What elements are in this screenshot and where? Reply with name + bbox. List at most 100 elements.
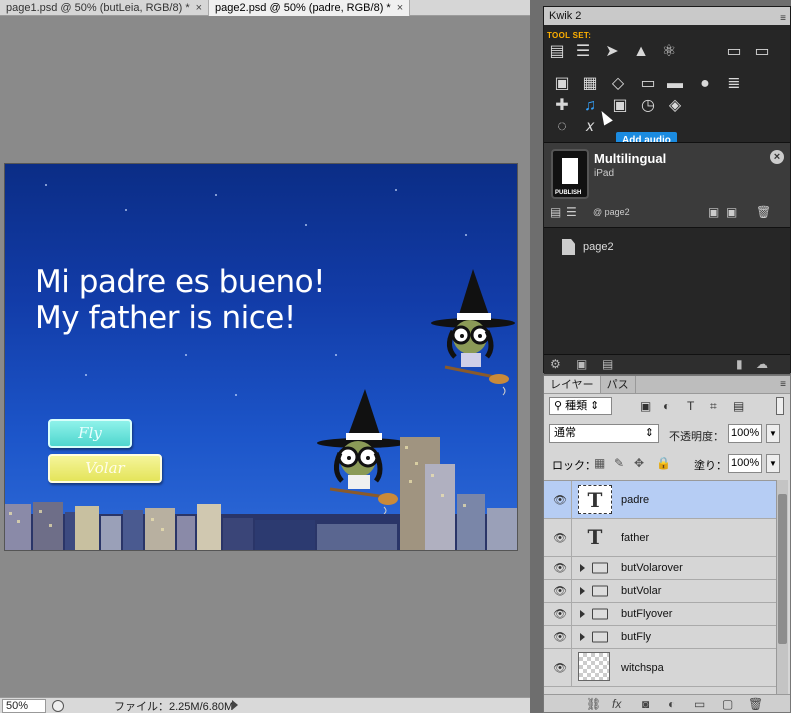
document-tab-page2[interactable]: page2.psd @ 50% (padre, RGB/8) * ×: [209, 0, 411, 16]
image-filter-icon[interactable]: ▣: [640, 399, 651, 413]
tab-layers[interactable]: レイヤー: [544, 376, 601, 393]
folder-add-icon[interactable]: ▭: [724, 42, 744, 62]
document-stack-icon[interactable]: ▦: [580, 74, 600, 94]
mask-icon[interactable]: ◙: [642, 697, 649, 711]
opacity-input[interactable]: 100%: [728, 424, 762, 443]
lock-transparency-icon[interactable]: ▦: [594, 456, 605, 470]
gear-icon[interactable]: ⚙: [550, 357, 561, 371]
variable-icon[interactable]: 𝑥: [580, 117, 600, 137]
filter-toggle[interactable]: [776, 397, 784, 415]
layer-row-witchspa[interactable]: 👁 witchspa: [544, 649, 776, 687]
device-icon[interactable]: ▮: [736, 357, 743, 371]
eye-icon[interactable]: 👁: [553, 661, 567, 674]
layer-name[interactable]: butFly: [621, 631, 651, 643]
pointer-icon[interactable]: ➤: [602, 42, 622, 62]
zoom-field[interactable]: 50%: [2, 698, 46, 713]
eye-icon[interactable]: 👁: [553, 531, 567, 544]
card-icon[interactable]: ▬: [665, 74, 685, 94]
witch-illustration: [431, 269, 515, 396]
chat-icon[interactable]: ●: [695, 74, 715, 94]
eye-icon[interactable]: 👁: [553, 631, 567, 644]
new-group-icon[interactable]: ▭: [694, 697, 705, 711]
adjustment-icon[interactable]: ◐: [668, 697, 675, 711]
layer-row-butvolar[interactable]: 👁 butVolar: [544, 580, 776, 603]
layer-filter-select[interactable]: ⚲ 種類 ⇕: [549, 397, 612, 415]
layers-scrollbar[interactable]: [776, 480, 788, 694]
code-icon[interactable]: ◇: [608, 74, 628, 94]
export-icon[interactable]: ▣: [708, 205, 719, 219]
page-item-label: page2: [583, 241, 614, 253]
toolset-label: TOOL SET:: [547, 31, 592, 40]
layer-name[interactable]: butFlyover: [621, 608, 672, 620]
spinner-icon[interactable]: ◌: [552, 117, 572, 137]
link-icon[interactable]: ⛓: [586, 697, 601, 711]
layer-name[interactable]: witchspa: [621, 662, 664, 674]
smart-object-filter-icon[interactable]: ▤: [733, 399, 744, 413]
fill-dropdown-icon[interactable]: ▼: [766, 454, 780, 473]
trash-icon[interactable]: 🗑: [756, 205, 771, 219]
page-icon[interactable]: ▤: [550, 205, 561, 219]
opacity-dropdown-icon[interactable]: ▼: [766, 424, 780, 443]
document-tab-page1[interactable]: page1.psd @ 50% (butLeia, RGB/8) * ×: [0, 0, 210, 16]
layer-row-father[interactable]: 👁 T father: [544, 519, 776, 557]
fill-input[interactable]: 100%: [728, 454, 762, 473]
shape-filter-icon[interactable]: ⌗: [710, 399, 717, 414]
close-icon[interactable]: ×: [397, 1, 403, 16]
add-page-icon[interactable]: ✚: [552, 96, 572, 116]
panel-menu-icon[interactable]: ≡: [780, 379, 786, 390]
copy-icon[interactable]: ▤: [602, 357, 613, 371]
blend-mode-select[interactable]: 通常 ⇕: [549, 424, 659, 443]
layer-name[interactable]: butVolarover: [621, 562, 683, 574]
headline-text: Mi padre es bueno! My father is nice!: [35, 264, 326, 336]
play-arrow-icon[interactable]: [232, 700, 238, 710]
layer-row-butflyover[interactable]: 👁 butFlyover: [544, 603, 776, 626]
expand-arrow-icon[interactable]: [580, 610, 585, 618]
archive-icon[interactable]: ▣: [576, 357, 587, 371]
type-filter-icon[interactable]: T: [687, 399, 694, 413]
lock-brush-icon[interactable]: ✎: [614, 456, 624, 470]
rocket-icon[interactable]: ▲: [631, 42, 651, 62]
eye-icon[interactable]: 👁: [553, 493, 567, 506]
image-add-icon[interactable]: ▣: [552, 74, 572, 94]
atom-icon[interactable]: ⚛: [659, 42, 679, 62]
scrollbar-thumb[interactable]: [778, 494, 787, 644]
pages-icon[interactable]: ▤: [547, 42, 567, 62]
layer-row-butvolarover[interactable]: 👁 butVolarover: [544, 557, 776, 580]
document-info[interactable]: ファイル：2.25M/6.80M: [114, 698, 233, 713]
close-icon[interactable]: ×: [196, 1, 202, 16]
timer-icon[interactable]: ◷: [638, 96, 658, 116]
layer-row-padre[interactable]: 👁 T padre: [544, 481, 776, 519]
new-layer-icon[interactable]: ▢: [722, 697, 733, 711]
expand-arrow-icon[interactable]: [580, 633, 585, 641]
expand-arrow-icon[interactable]: [580, 587, 585, 595]
layer-name[interactable]: father: [621, 532, 649, 544]
page-list-item[interactable]: page2: [562, 239, 614, 255]
list-icon[interactable]: ☰: [566, 205, 577, 219]
expand-arrow-icon[interactable]: [580, 564, 585, 572]
lock-move-icon[interactable]: ✥: [634, 456, 644, 470]
terminal-icon[interactable]: ▭: [638, 74, 658, 94]
list-icon[interactable]: ☰: [573, 42, 593, 62]
clock-icon[interactable]: [52, 699, 64, 712]
eye-icon[interactable]: 👁: [553, 585, 567, 598]
duplicate-icon[interactable]: ▣: [726, 205, 737, 219]
stack-icon[interactable]: ≣: [724, 74, 744, 94]
close-icon[interactable]: ×: [770, 150, 784, 164]
lock-all-icon[interactable]: 🔒: [656, 456, 671, 470]
video-icon[interactable]: ▣: [610, 96, 630, 116]
tab-paths[interactable]: パス: [601, 376, 636, 393]
publish-label[interactable]: PUBLISH: [555, 190, 581, 196]
folder-icon[interactable]: ▭: [752, 42, 772, 62]
layers-icon[interactable]: ◈: [665, 96, 685, 116]
eye-icon[interactable]: 👁: [553, 562, 567, 575]
layer-name[interactable]: butVolar: [621, 585, 661, 597]
cloud-icon[interactable]: ☁: [756, 357, 768, 371]
project-card[interactable]: PUBLISH Multilingual iPad × ▤ ☰ @ page2 …: [544, 142, 790, 228]
fx-icon[interactable]: fx: [612, 697, 621, 711]
layer-row-butfly[interactable]: 👁 butFly: [544, 626, 776, 649]
layer-name[interactable]: padre: [621, 494, 649, 506]
document-canvas[interactable]: Mi padre es bueno! My father is nice! Fl…: [5, 164, 517, 550]
eye-icon[interactable]: 👁: [553, 608, 567, 621]
trash-icon[interactable]: 🗑: [748, 697, 763, 711]
adjustment-filter-icon[interactable]: ◐: [663, 399, 670, 413]
